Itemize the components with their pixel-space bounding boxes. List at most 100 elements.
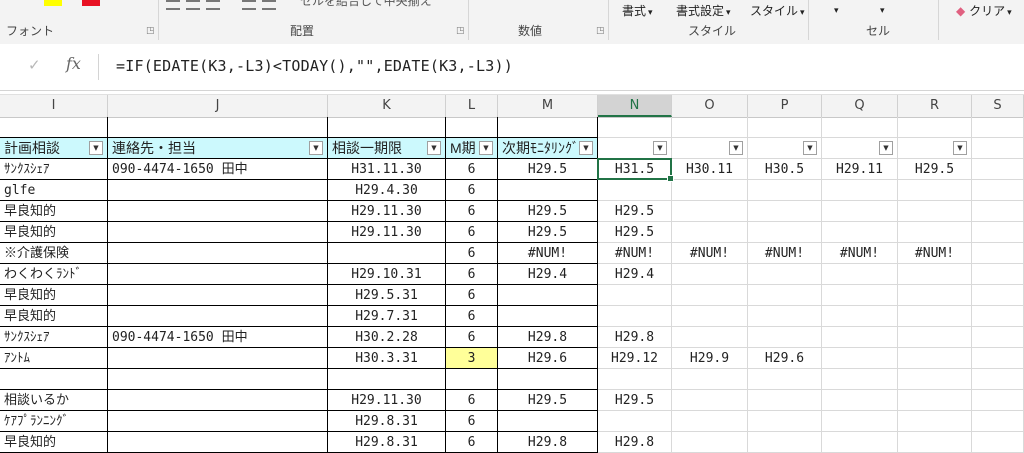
cell-j[interactable] bbox=[108, 180, 328, 201]
cell-j[interactable] bbox=[108, 348, 328, 369]
cell-r[interactable] bbox=[898, 285, 972, 306]
filter-dropdown-icon[interactable]: ▼ bbox=[309, 141, 323, 155]
cell-k[interactable]: H31.11.30 bbox=[328, 159, 446, 180]
cell-p[interactable] bbox=[748, 201, 822, 222]
cell-p[interactable] bbox=[748, 411, 822, 432]
cell-i[interactable]: ｱﾝﾄﾑ bbox=[0, 348, 108, 369]
cell-k[interactable] bbox=[328, 369, 446, 390]
cell-n[interactable]: H31.5 bbox=[598, 159, 672, 180]
cell-m[interactable]: H29.5 bbox=[498, 159, 598, 180]
cell-o[interactable] bbox=[672, 264, 748, 285]
cell-s[interactable] bbox=[972, 222, 1024, 243]
cell-p[interactable] bbox=[748, 222, 822, 243]
cell-q[interactable] bbox=[822, 180, 898, 201]
cell-s[interactable] bbox=[972, 243, 1024, 264]
cell-s[interactable] bbox=[972, 390, 1024, 411]
cell-l[interactable] bbox=[446, 369, 498, 390]
cell-l[interactable]: 6 bbox=[446, 201, 498, 222]
cell-j[interactable] bbox=[108, 264, 328, 285]
cell-p[interactable]: H30.5 bbox=[748, 159, 822, 180]
cell-l[interactable]: 6 bbox=[446, 264, 498, 285]
cell-n[interactable]: H29.12 bbox=[598, 348, 672, 369]
cell-p[interactable] bbox=[748, 306, 822, 327]
cell-o[interactable] bbox=[672, 327, 748, 348]
cell[interactable] bbox=[108, 117, 328, 138]
cell[interactable] bbox=[898, 117, 972, 138]
table-header-s[interactable] bbox=[972, 138, 1024, 159]
table-header-j[interactable]: 連絡先・担当 bbox=[108, 138, 328, 159]
cell-j[interactable] bbox=[108, 243, 328, 264]
align-right-icon[interactable] bbox=[206, 0, 220, 10]
cell-k[interactable]: H29.11.30 bbox=[328, 201, 446, 222]
cell-p[interactable]: #NUM! bbox=[748, 243, 822, 264]
cell-o[interactable] bbox=[672, 390, 748, 411]
column-header-i[interactable]: I bbox=[0, 95, 108, 117]
cell-j[interactable] bbox=[108, 390, 328, 411]
insert-arrow-icon[interactable]: ▾ bbox=[832, 2, 839, 16]
cell-j[interactable] bbox=[108, 306, 328, 327]
cell-l[interactable]: 3 bbox=[446, 348, 498, 369]
cell-o[interactable]: H30.11 bbox=[672, 159, 748, 180]
cell-l[interactable]: 6 bbox=[446, 243, 498, 264]
cell-m[interactable] bbox=[498, 306, 598, 327]
cell-r[interactable] bbox=[898, 327, 972, 348]
cell[interactable] bbox=[822, 117, 898, 138]
merge-center-button[interactable]: セルを結合して中央揃え bbox=[300, 0, 432, 9]
cell-m[interactable] bbox=[498, 411, 598, 432]
cell-k[interactable]: H29.11.30 bbox=[328, 222, 446, 243]
cell-j[interactable] bbox=[108, 222, 328, 243]
cell[interactable] bbox=[972, 117, 1024, 138]
cell-m[interactable]: H29.5 bbox=[498, 390, 598, 411]
cell-r[interactable] bbox=[898, 201, 972, 222]
cell-r[interactable] bbox=[898, 369, 972, 390]
alignment-launcher-icon[interactable]: ◳ bbox=[456, 26, 465, 36]
cell-i[interactable]: 相談いるか bbox=[0, 390, 108, 411]
fill-color-icon[interactable] bbox=[44, 0, 62, 6]
cell-s[interactable] bbox=[972, 306, 1024, 327]
cell-o[interactable]: H29.9 bbox=[672, 348, 748, 369]
cell-o[interactable] bbox=[672, 180, 748, 201]
cell-i[interactable] bbox=[0, 369, 108, 390]
cell-l[interactable]: 6 bbox=[446, 327, 498, 348]
cell-p[interactable] bbox=[748, 327, 822, 348]
cell-k[interactable]: H30.2.28 bbox=[328, 327, 446, 348]
cell-j[interactable] bbox=[108, 201, 328, 222]
clear-button[interactable]: ◆ クリア ▾ bbox=[956, 2, 1012, 19]
cell-r[interactable] bbox=[898, 222, 972, 243]
cell-s[interactable] bbox=[972, 432, 1024, 453]
filter-dropdown-icon[interactable]: ▼ bbox=[89, 141, 103, 155]
cell-k[interactable]: H29.10.31 bbox=[328, 264, 446, 285]
column-header-s[interactable]: S bbox=[972, 95, 1024, 117]
cell-i[interactable]: 早良知的 bbox=[0, 432, 108, 453]
cell-j[interactable] bbox=[108, 285, 328, 306]
cell-k[interactable]: H29.8.31 bbox=[328, 432, 446, 453]
cell-n[interactable]: H29.5 bbox=[598, 390, 672, 411]
filter-dropdown-icon[interactable]: ▼ bbox=[579, 141, 593, 155]
column-header-m[interactable]: M bbox=[498, 95, 598, 117]
cell-s[interactable] bbox=[972, 411, 1024, 432]
cell-o[interactable] bbox=[672, 285, 748, 306]
cell-m[interactable]: H29.5 bbox=[498, 222, 598, 243]
cell[interactable] bbox=[0, 117, 108, 138]
column-header-n[interactable]: N bbox=[598, 95, 672, 117]
cell-k[interactable]: H29.5.31 bbox=[328, 285, 446, 306]
delete-arrow-icon[interactable]: ▾ bbox=[878, 2, 885, 16]
cell-r[interactable]: H29.5 bbox=[898, 159, 972, 180]
cell-q[interactable] bbox=[822, 201, 898, 222]
cell[interactable] bbox=[328, 117, 446, 138]
cell-k[interactable] bbox=[328, 243, 446, 264]
cell-i[interactable]: ｻﾝｸｽｼｪｱ bbox=[0, 327, 108, 348]
cell-o[interactable] bbox=[672, 222, 748, 243]
column-header-q[interactable]: Q bbox=[822, 95, 898, 117]
cell-l[interactable]: 6 bbox=[446, 159, 498, 180]
cell-r[interactable] bbox=[898, 306, 972, 327]
cell-m[interactable] bbox=[498, 285, 598, 306]
cell-p[interactable] bbox=[748, 432, 822, 453]
cell-i[interactable]: glfe bbox=[0, 180, 108, 201]
cell-m[interactable]: H29.8 bbox=[498, 327, 598, 348]
cell-n[interactable] bbox=[598, 285, 672, 306]
cell-i[interactable]: 早良知的 bbox=[0, 201, 108, 222]
cell-j[interactable] bbox=[108, 432, 328, 453]
cell-r[interactable] bbox=[898, 348, 972, 369]
cell-i[interactable]: 早良知的 bbox=[0, 222, 108, 243]
